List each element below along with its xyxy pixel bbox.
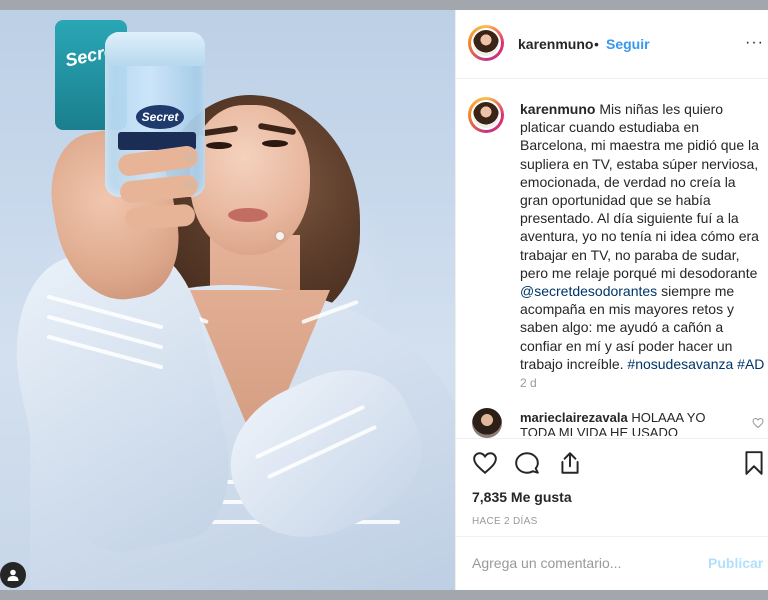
likes-count[interactable]: 7,835 Me gusta [472,489,572,505]
comment-like-heart-icon[interactable] [752,417,764,429]
caption: karenmuno Mis niñas les quiero platicar … [520,100,767,373]
more-options-icon[interactable]: ··· [745,34,764,52]
header-separator: • [594,36,599,52]
face [190,105,310,255]
person-icon [7,569,19,581]
publish-button[interactable]: Publicar [708,555,763,571]
lips [228,208,268,222]
comment: marieclairezavala HOLAAA YO TODA MI VIDA… [520,410,735,436]
fingernail [184,152,196,162]
author-avatar[interactable] [468,25,504,61]
comment-input[interactable] [472,555,692,571]
mention-link[interactable]: @secretdesodorantes [520,283,657,299]
caption-username[interactable]: karenmuno [520,101,595,117]
actions-divider [456,438,768,439]
caption-time-ago[interactable]: 2 d [520,376,537,390]
comment-box-divider [456,536,768,537]
right-eye [262,140,288,147]
author-username[interactable]: karenmuno [518,36,593,52]
post-header: karenmuno • Seguir ··· [456,10,768,79]
caption-text: Mis niñas les quiero platicar cuando est… [520,101,759,281]
deodorant-logo: Secret [136,105,184,129]
post-photo[interactable]: Secret Secret [0,10,455,590]
bookmark-icon[interactable] [741,450,767,476]
top-border [0,0,768,10]
post-side-panel: karenmuno • Seguir ··· karenmuno Mis niñ… [455,10,768,590]
left-eye [206,142,232,149]
commenter-username[interactable]: marieclairezavala [520,410,628,425]
hashtag-link[interactable]: #nosudesavanza [627,356,733,372]
hashtag-link[interactable]: #AD [737,356,764,372]
earring [276,232,284,240]
commenter-avatar[interactable] [472,408,502,438]
share-icon[interactable] [557,450,583,476]
post-date[interactable]: HACE 2 DÍAS [472,516,538,527]
fingernail [184,180,196,190]
caption-avatar[interactable] [468,97,504,133]
comment-bubble-icon[interactable] [514,450,540,476]
tagged-user-icon[interactable] [0,562,26,588]
follow-button[interactable]: Seguir [606,36,650,52]
bottom-border [0,590,768,600]
deodorant-cap [105,32,205,66]
like-heart-icon[interactable] [472,450,498,476]
